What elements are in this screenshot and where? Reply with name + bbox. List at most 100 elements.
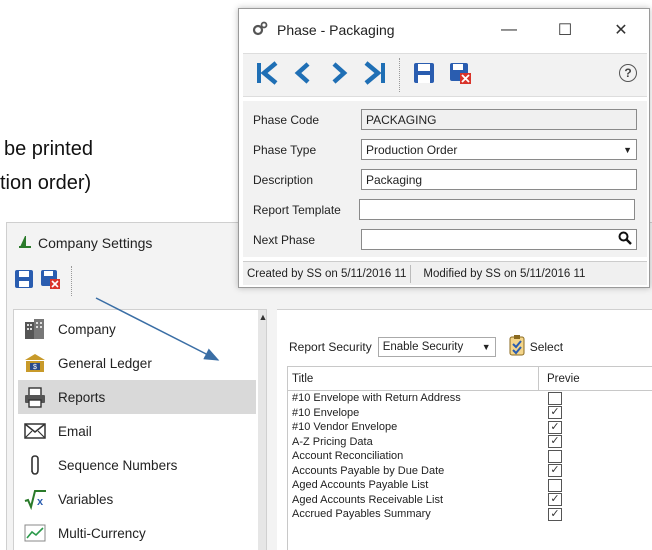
scroll-up-icon[interactable]: ▲: [258, 312, 266, 322]
phase-type-label: Phase Type: [253, 142, 317, 157]
preview-checkbox[interactable]: [548, 391, 562, 405]
sidebar-item-label: Company: [58, 321, 116, 337]
next-phase-field[interactable]: [361, 229, 637, 250]
previous-record-button[interactable]: [285, 57, 321, 93]
last-record-button[interactable]: [357, 57, 393, 93]
help-button[interactable]: ?: [619, 64, 637, 82]
description-value: Packaging: [366, 172, 423, 187]
phase-title-bar[interactable]: Phase - Packaging — ☐ ✕: [239, 9, 649, 51]
previous-icon: [290, 60, 316, 91]
sidebar-scrollbar[interactable]: ▲: [258, 310, 266, 550]
report-title-cell: Aged Accounts Receivable List: [292, 493, 444, 506]
sidebar-item-sequence-numbers[interactable]: Sequence Numbers: [18, 448, 256, 482]
preview-checkbox[interactable]: ✓: [548, 435, 562, 449]
last-icon: [362, 60, 388, 91]
report-template-field[interactable]: [359, 199, 635, 220]
table-row[interactable]: #10 Vendor Envelope ✓: [288, 420, 652, 435]
select-all-label: Select: [529, 339, 564, 354]
table-row[interactable]: Aged Accounts Receivable List ✓: [288, 493, 652, 508]
toolbar-separator: [399, 58, 400, 92]
sidebar-item-label: General Ledger: [58, 355, 152, 371]
report-title-cell: A-Z Pricing Data: [292, 435, 373, 448]
description-field[interactable]: Packaging: [361, 169, 637, 190]
save-button[interactable]: [406, 57, 442, 93]
preview-cell: ✓: [538, 464, 562, 478]
sidebar-item-label: Email: [58, 423, 92, 439]
reports-grid: Title Previe #10 Envelope with Return Ad…: [287, 366, 652, 550]
preview-checkbox[interactable]: ✓: [548, 464, 562, 478]
report-title-cell: #10 Vendor Envelope: [292, 421, 398, 434]
report-security-row: Report Security Enable Security ▼ Select: [289, 334, 563, 359]
next-icon: [326, 60, 352, 91]
table-row[interactable]: #10 Envelope with Return Address: [288, 391, 652, 406]
preview-cell: [538, 391, 562, 405]
report-security-label: Report Security: [289, 339, 372, 354]
phase-form: Phase Code PACKAGING Phase Type Producti…: [243, 101, 647, 257]
dropdown-arrow-icon: ▼: [623, 144, 632, 155]
save-icon: [412, 61, 436, 90]
sidebar-item-reports[interactable]: Reports: [18, 380, 256, 414]
minimize-button[interactable]: —: [481, 9, 537, 51]
sidebar-item-general-ledger[interactable]: $ General Ledger: [18, 346, 256, 380]
company-settings-icon: [17, 233, 33, 252]
report-template-row: Report Template: [253, 199, 645, 220]
phase-code-field[interactable]: PACKAGING: [361, 109, 637, 130]
svg-text:$: $: [33, 364, 37, 371]
table-row[interactable]: Account Reconciliation: [288, 449, 652, 464]
next-phase-label: Next Phase: [253, 232, 316, 247]
building-icon: [22, 317, 48, 341]
preview-checkbox[interactable]: [548, 449, 562, 463]
sidebar-item-multi-currency[interactable]: Multi-Currency: [18, 516, 256, 550]
phase-toolbar: ?: [243, 53, 647, 97]
first-record-button[interactable]: [249, 57, 285, 93]
phase-code-label: Phase Code: [253, 112, 320, 127]
paperclip-icon: [22, 453, 48, 477]
report-template-label: Report Template: [253, 202, 341, 217]
phase-type-select[interactable]: Production Order ▼: [361, 139, 637, 160]
report-title-cell: #10 Envelope: [292, 406, 360, 419]
window-controls: — ☐ ✕: [481, 9, 649, 51]
svg-text:x: x: [37, 496, 44, 508]
table-row[interactable]: Accrued Payables Summary ✓: [288, 507, 652, 522]
preview-checkbox[interactable]: [548, 478, 562, 492]
save-cancel-button[interactable]: [442, 57, 478, 93]
sqrt-icon: x: [22, 487, 48, 511]
sidebar-item-company[interactable]: Company: [18, 312, 256, 346]
gears-icon: [251, 20, 269, 41]
printer-icon: [22, 385, 48, 409]
preview-checkbox[interactable]: ✓: [548, 406, 562, 420]
dropdown-arrow-icon: ▼: [481, 341, 491, 352]
preview-checkbox[interactable]: ✓: [548, 493, 562, 507]
phase-status-bar: Created by SS on 5/11/2016 11 Modified b…: [243, 261, 647, 285]
background-caption-line-2: tion order): [0, 172, 92, 194]
select-all-button[interactable]: Select: [508, 334, 563, 359]
column-header-title[interactable]: Title: [288, 373, 538, 385]
preview-cell: ✓: [538, 507, 562, 521]
preview-checkbox[interactable]: ✓: [548, 507, 562, 521]
search-icon[interactable]: [618, 231, 632, 248]
grid-header: Title Previe: [288, 367, 652, 391]
preview-checkbox[interactable]: ✓: [548, 420, 562, 434]
report-security-select[interactable]: Enable Security ▼: [377, 336, 496, 357]
sidebar-item-variables[interactable]: x Variables: [18, 482, 256, 516]
next-record-button[interactable]: [321, 57, 357, 93]
table-row[interactable]: Aged Accounts Payable List: [288, 478, 652, 493]
company-settings-title: Company Settings: [17, 233, 152, 252]
table-row[interactable]: A-Z Pricing Data ✓: [288, 435, 652, 450]
report-title-cell: #10 Envelope with Return Address: [292, 392, 461, 405]
created-status: Created by SS on 5/11/2016 11: [247, 267, 407, 280]
close-button[interactable]: ✕: [593, 9, 649, 51]
bank-icon: $: [22, 351, 48, 375]
company-settings-title-text: Company Settings: [38, 234, 153, 251]
column-header-preview[interactable]: Previe: [538, 367, 580, 391]
first-icon: [254, 60, 280, 91]
table-row[interactable]: Accounts Payable by Due Date ✓: [288, 464, 652, 479]
sidebar-item-label: Sequence Numbers: [58, 457, 178, 473]
table-row[interactable]: #10 Envelope ✓: [288, 406, 652, 421]
sidebar-item-email[interactable]: Email: [18, 414, 256, 448]
maximize-button[interactable]: ☐: [537, 9, 593, 51]
save-icon[interactable]: [13, 268, 35, 295]
currency-chart-icon: [22, 521, 48, 545]
save-cancel-icon[interactable]: [39, 268, 61, 295]
sidebar-item-label: Variables: [58, 491, 114, 507]
